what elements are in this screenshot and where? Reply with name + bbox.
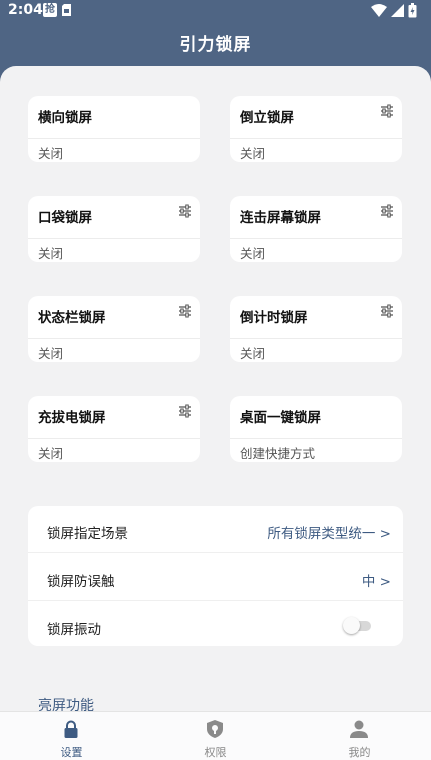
cell-signal-icon: [391, 4, 404, 17]
card-title: 倒计时锁屏: [240, 310, 308, 326]
tune-settings-icon[interactable]: [380, 104, 394, 118]
nav-label: 设置: [60, 746, 83, 759]
tune-settings-icon[interactable]: [178, 404, 192, 418]
shield-key-icon: [207, 720, 223, 738]
card-status: 关闭: [240, 146, 266, 161]
lock-icon: [64, 720, 78, 738]
nav-item-permissions[interactable]: 权限: [144, 712, 287, 760]
card-divider: [28, 438, 200, 439]
lock-mode-card[interactable]: 桌面一键锁屏 创建快捷方式: [230, 396, 402, 462]
status-right-icons: [371, 3, 417, 18]
card-divider: [230, 338, 402, 339]
person-icon: [350, 720, 368, 738]
card-status: 关闭: [38, 246, 64, 261]
status-bar: 2:04 抢: [0, 0, 431, 24]
card-status: 关闭: [240, 346, 266, 361]
settings-group: 锁屏指定场景 所有锁屏类型统一 > 锁屏防误触 中 > 锁屏振动: [28, 506, 403, 646]
card-status: 关闭: [38, 146, 64, 161]
lock-mode-card[interactable]: 倒立锁屏 关闭: [230, 96, 402, 162]
card-status: 关闭: [38, 446, 64, 461]
divider: [28, 552, 403, 553]
card-title: 桌面一键锁屏: [240, 410, 321, 426]
card-title: 横向锁屏: [38, 110, 92, 126]
lock-mode-card[interactable]: 横向锁屏 关闭: [28, 96, 200, 162]
scene-setting-value[interactable]: 所有锁屏类型统一 >: [267, 522, 391, 542]
lock-mode-card[interactable]: 充拔电锁屏 关闭: [28, 396, 200, 462]
tune-settings-icon[interactable]: [178, 304, 192, 318]
sim-card-icon: [62, 4, 71, 16]
card-divider: [230, 138, 402, 139]
card-title: 状态栏锁屏: [38, 310, 106, 326]
nav-item-settings[interactable]: 设置: [0, 712, 143, 760]
vibration-setting-row: 锁屏振动: [28, 602, 403, 649]
nav-item-profile[interactable]: 我的: [288, 712, 431, 760]
card-status: 创建快捷方式: [240, 446, 316, 461]
bottom-nav: 设置 权限 我的: [0, 711, 431, 760]
vibration-toggle[interactable]: [343, 616, 373, 634]
card-divider: [28, 338, 200, 339]
wifi-icon: [371, 4, 387, 17]
tune-settings-icon[interactable]: [380, 304, 394, 318]
card-divider: [28, 138, 200, 139]
card-status: 关闭: [38, 346, 64, 361]
notification-icon: 抢: [43, 3, 57, 17]
tune-settings-icon[interactable]: [380, 204, 394, 218]
divider: [28, 600, 403, 601]
card-divider: [230, 438, 402, 439]
card-title: 口袋锁屏: [38, 210, 92, 226]
card-title: 连击屏幕锁屏: [240, 210, 321, 226]
scene-setting-label: 锁屏指定场景: [47, 526, 128, 542]
vibration-setting-label: 锁屏振动: [47, 622, 101, 638]
lock-mode-card[interactable]: 倒计时锁屏 关闭: [230, 296, 402, 362]
scene-setting-row[interactable]: 锁屏指定场景 所有锁屏类型统一 >: [28, 506, 403, 553]
card-title: 充拔电锁屏: [38, 410, 106, 426]
card-divider: [28, 238, 200, 239]
card-title: 倒立锁屏: [240, 110, 294, 126]
mistouch-setting-label: 锁屏防误触: [47, 574, 115, 590]
lock-mode-card[interactable]: 口袋锁屏 关闭: [28, 196, 200, 262]
status-time: 2:04: [8, 2, 43, 18]
nav-label: 权限: [204, 746, 227, 759]
mistouch-setting-value[interactable]: 中 >: [362, 570, 391, 590]
nav-label: 我的: [348, 746, 371, 759]
toggle-knob: [343, 617, 360, 634]
card-status: 关闭: [240, 246, 266, 261]
lock-mode-card[interactable]: 状态栏锁屏 关闭: [28, 296, 200, 362]
card-divider: [230, 238, 402, 239]
page-title: 引力锁屏: [179, 35, 252, 55]
battery-icon: [408, 3, 417, 18]
tune-settings-icon[interactable]: [178, 204, 192, 218]
mistouch-setting-row[interactable]: 锁屏防误触 中 >: [28, 554, 403, 601]
lock-mode-card[interactable]: 连击屏幕锁屏 关闭: [230, 196, 402, 262]
